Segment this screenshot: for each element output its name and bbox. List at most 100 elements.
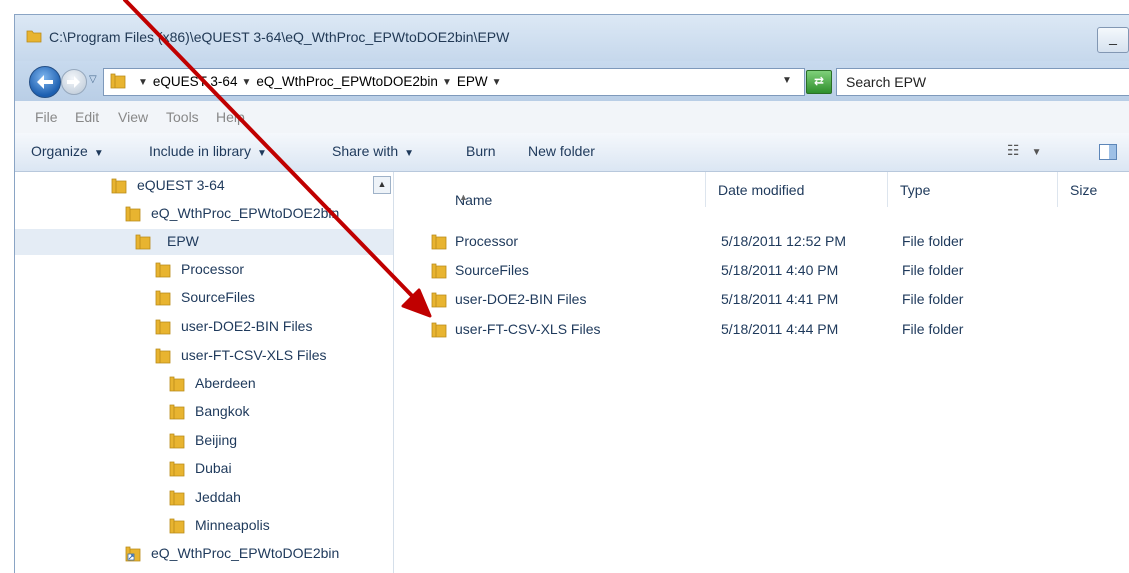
folder-icon — [169, 403, 185, 424]
back-button[interactable] — [29, 66, 61, 98]
search-placeholder: Search EPW — [846, 74, 927, 90]
breadcrumb-chevron-icon[interactable]: ▼ — [241, 77, 251, 88]
include-label: Include in library — [149, 143, 251, 159]
tree-item-dubai[interactable]: Dubai — [165, 456, 365, 482]
menu-help[interactable]: Help — [216, 109, 245, 125]
folder-icon — [155, 289, 171, 310]
file-type: File folder — [902, 262, 964, 278]
tree-item-label: Beijing — [195, 432, 238, 448]
folder-icon — [169, 460, 185, 481]
minimize-button[interactable]: _ — [1097, 27, 1129, 53]
tree-item-minneapolis[interactable]: Minneapolis — [165, 513, 365, 539]
breadcrumb-item[interactable]: eQ_WthProc_EPWtoDOE2bin — [256, 74, 438, 89]
burn-button[interactable]: Burn — [466, 143, 496, 159]
tree-item-label: EPW — [167, 233, 199, 249]
breadcrumb: ▼ eQUEST 3-64 ▼ eQ_WthProc_EPWtoDOE2bin ▼ EPW… — [134, 74, 507, 89]
navigation-bar: ▽ ▼ eQUEST 3-64 ▼ eQ_WthProc_EPWtoDOE2bin ▼ E… — [15, 61, 1129, 101]
chevron-down-icon: ▼ — [404, 148, 415, 159]
file-row-doe2-bin[interactable]: user-DOE2-BIN Files 5/18/2011 4:41 PM Fi… — [394, 285, 1129, 315]
folder-icon — [169, 517, 185, 538]
file-date: 5/18/2011 4:41 PM — [721, 291, 839, 307]
column-header-size[interactable]: Size — [1058, 172, 1129, 207]
folder-icon — [111, 177, 127, 198]
menu-view[interactable]: View — [118, 109, 148, 125]
file-date: 5/18/2011 4:40 PM — [721, 262, 839, 278]
tree-item-doe2-bin[interactable]: user-DOE2-BIN Files — [151, 314, 381, 340]
organize-label: Organize — [31, 143, 88, 159]
tree-item-label: user-DOE2-BIN Files — [181, 318, 313, 334]
change-view-button[interactable]: ☷ ▼ — [1007, 142, 1041, 159]
menu-tools[interactable]: Tools — [166, 109, 199, 125]
file-type: File folder — [902, 233, 964, 249]
tree-item-jeddah[interactable]: Jeddah — [165, 485, 365, 511]
new-folder-button[interactable]: New folder — [528, 143, 595, 159]
menu-file[interactable]: File — [35, 109, 58, 125]
tree-item-wthproc[interactable]: eQ_WthProc_EPWtoDOE2bin — [121, 201, 376, 227]
address-dropdown-icon[interactable]: ▼ — [770, 69, 804, 93]
tree-item-processor[interactable]: Processor — [151, 257, 381, 283]
window-title: C:\Program Files (x86)\eQUEST 3-64\eQ_Wt… — [49, 29, 510, 45]
file-row-processor[interactable]: Processor 5/18/2011 12:52 PM File folder — [394, 227, 1129, 257]
scroll-up-icon[interactable]: ▲ — [373, 176, 391, 194]
folder-icon — [169, 375, 185, 396]
file-name: user-DOE2-BIN Files — [455, 291, 587, 307]
title-bar: C:\Program Files (x86)\eQUEST 3-64\eQ_Wt… — [15, 15, 1129, 61]
tree-item-beijing[interactable]: Beijing — [165, 428, 365, 454]
tree-item-label: eQUEST 3-64 — [137, 177, 225, 193]
file-date: 5/18/2011 12:52 PM — [721, 233, 847, 249]
breadcrumb-item[interactable]: EPW — [457, 74, 488, 89]
explorer-window: C:\Program Files (x86)\eQUEST 3-64\eQ_Wt… — [14, 14, 1129, 573]
navigation-pane: ▲ eQUEST 3-64 eQ_WthProc_EPWtoDOE2bin EP… — [15, 172, 394, 573]
folder-icon — [110, 72, 126, 95]
command-bar: Organize ▼ Include in library ▼ Share with… — [15, 133, 1129, 172]
tree-item-label: user-FT-CSV-XLS Files — [181, 347, 327, 363]
tree-item-label: Jeddah — [195, 489, 241, 505]
tree-item-wthproc-shortcut[interactable]: eQ_WthProc_EPWtoDOE2bin — [121, 541, 386, 567]
file-row-sourcefiles[interactable]: SourceFiles 5/18/2011 4:40 PM File folde… — [394, 256, 1129, 286]
preview-pane-icon[interactable] — [1099, 144, 1117, 160]
tree-item-label: eQ_WthProc_EPWtoDOE2bin — [151, 205, 340, 221]
folder-icon — [431, 321, 447, 342]
column-header-date[interactable]: Date modified — [706, 172, 888, 207]
share-with-button[interactable]: Share with ▼ — [332, 143, 414, 159]
menu-edit[interactable]: Edit — [75, 109, 99, 125]
details-view-icon: ☷ — [1007, 142, 1020, 158]
folder-icon — [155, 347, 171, 368]
recent-pages-chevron-icon[interactable]: ▽ — [89, 74, 97, 85]
column-header-type[interactable]: Type — [888, 172, 1058, 207]
breadcrumb-item[interactable]: eQUEST 3-64 — [153, 74, 238, 89]
folder-icon — [125, 205, 141, 226]
organize-button[interactable]: Organize ▼ — [31, 143, 104, 159]
folder-icon — [431, 262, 447, 283]
shortcut-folder-icon — [125, 545, 141, 566]
tree-item-epw[interactable]: EPW — [15, 229, 393, 255]
tree-item-label: Aberdeen — [195, 375, 256, 391]
address-bar[interactable]: ▼ eQUEST 3-64 ▼ eQ_WthProc_EPWtoDOE2bin ▼ EPW… — [103, 68, 805, 96]
tree-item-label: Processor — [181, 261, 245, 277]
tree-item-ft-csv-xls[interactable]: user-FT-CSV-XLS Files — [151, 343, 381, 369]
tree-item-label: SourceFiles — [181, 289, 255, 305]
tree-item-sourcefiles[interactable]: SourceFiles — [151, 285, 381, 311]
tree-item-aberdeen[interactable]: Aberdeen — [165, 371, 365, 397]
tree-item-label: Bangkok — [195, 403, 250, 419]
file-row-ft-csv-xls[interactable]: user-FT-CSV-XLS Files 5/18/2011 4:44 PM … — [394, 315, 1129, 345]
column-size-label: Size — [1070, 182, 1098, 198]
breadcrumb-chevron-icon[interactable]: ▼ — [442, 77, 452, 88]
search-input[interactable]: Search EPW — [836, 68, 1129, 96]
file-type: File folder — [902, 321, 964, 337]
tree-item-label: Dubai — [195, 460, 232, 476]
forward-button[interactable] — [61, 69, 87, 95]
tree-item-bangkok[interactable]: Bangkok — [165, 399, 365, 425]
tree-item-equest[interactable]: eQUEST 3-64 — [107, 173, 362, 199]
file-type: File folder — [902, 291, 964, 307]
column-header-name[interactable]: Name ▲ — [394, 172, 706, 208]
file-list: Name ▲ Date modified Type Size Processor … — [394, 172, 1129, 573]
refresh-button[interactable]: ⇄ — [806, 70, 832, 94]
folder-icon — [155, 318, 171, 339]
breadcrumb-chevron-icon[interactable]: ▼ — [492, 77, 502, 88]
breadcrumb-chevron-icon[interactable]: ▼ — [138, 77, 148, 88]
chevron-down-icon: ▼ — [256, 148, 267, 159]
include-in-library-button[interactable]: Include in library ▼ — [149, 143, 267, 159]
back-arrow-icon — [37, 75, 53, 89]
folder-icon — [155, 261, 171, 282]
